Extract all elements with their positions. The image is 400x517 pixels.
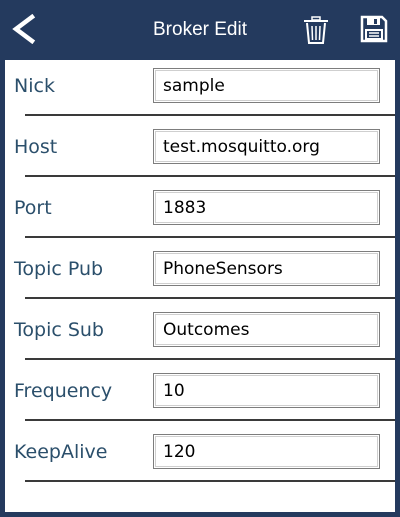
form-row-port: Port bbox=[5, 183, 395, 244]
form-row-keepalive: KeepAlive bbox=[5, 427, 395, 488]
topic-pub-label: Topic Pub bbox=[14, 258, 104, 280]
form-row-nick: Nick bbox=[5, 61, 395, 122]
form-row-topic-sub: Topic Sub bbox=[5, 305, 395, 366]
port-field[interactable] bbox=[153, 190, 380, 225]
nick-label: Nick bbox=[14, 75, 55, 97]
row-divider bbox=[25, 358, 395, 360]
header-bar: Broker Edit bbox=[0, 0, 400, 60]
trash-icon[interactable] bbox=[303, 16, 329, 44]
frequency-field[interactable] bbox=[153, 373, 380, 408]
form-row-host: Host bbox=[5, 122, 395, 183]
host-field[interactable] bbox=[153, 129, 380, 164]
topic-sub-field[interactable] bbox=[153, 312, 380, 347]
host-label: Host bbox=[14, 136, 58, 158]
row-divider bbox=[25, 480, 395, 482]
form-row-frequency: Frequency bbox=[5, 366, 395, 427]
floppy-disk-icon[interactable] bbox=[360, 15, 388, 43]
form-row-topic-pub: Topic Pub bbox=[5, 244, 395, 305]
keepalive-label: KeepAlive bbox=[14, 441, 108, 463]
topic-pub-field[interactable] bbox=[153, 251, 380, 286]
frequency-label: Frequency bbox=[14, 380, 113, 402]
keepalive-field[interactable] bbox=[153, 434, 380, 469]
row-divider bbox=[25, 175, 395, 177]
row-divider bbox=[25, 297, 395, 299]
row-divider bbox=[25, 114, 395, 116]
nick-field[interactable] bbox=[153, 68, 380, 103]
row-divider bbox=[25, 419, 395, 421]
topic-sub-label: Topic Sub bbox=[14, 319, 104, 341]
page-title: Broker Edit bbox=[153, 19, 247, 40]
row-divider bbox=[25, 236, 395, 238]
port-label: Port bbox=[14, 197, 52, 219]
